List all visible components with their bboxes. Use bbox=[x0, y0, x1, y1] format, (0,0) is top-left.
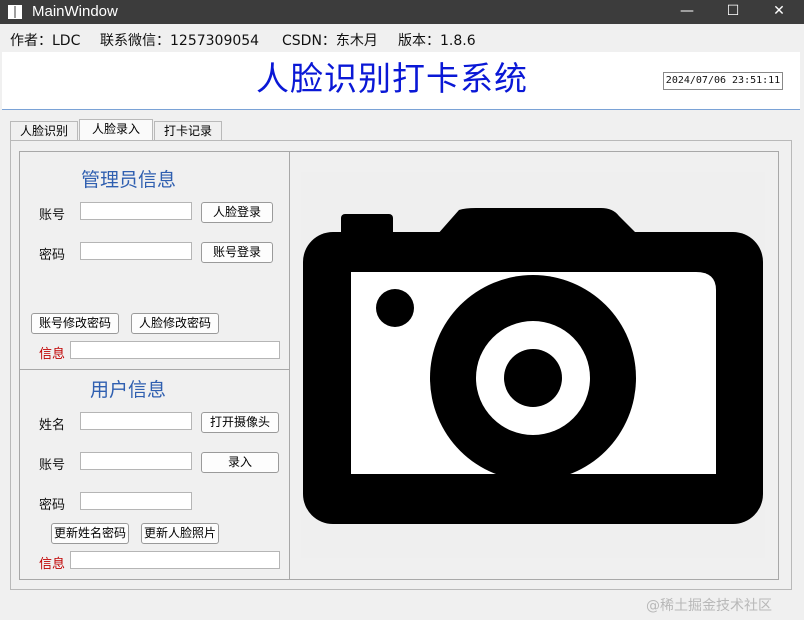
csdn-text: CSDN：东木月 bbox=[282, 33, 378, 49]
user-info-label: 信息 bbox=[39, 557, 66, 572]
watermark: @稀土掘金技术社区 bbox=[646, 598, 772, 614]
version-text: 版本：1.8.6 bbox=[398, 33, 476, 49]
account-change-password-button[interactable]: 账号修改密码 bbox=[31, 313, 119, 334]
user-password-label: 密码 bbox=[39, 498, 66, 513]
enroll-button[interactable]: 录入 bbox=[201, 452, 279, 473]
app-icon bbox=[8, 5, 22, 19]
user-info-field bbox=[70, 551, 280, 569]
wechat-text: 联系微信：1257309054 bbox=[100, 33, 260, 49]
minimize-button[interactable]: — bbox=[664, 0, 710, 24]
user-account-label: 账号 bbox=[39, 458, 66, 473]
update-name-password-button[interactable]: 更新姓名密码 bbox=[51, 523, 129, 544]
tab-face-enroll[interactable]: 人脸录入 bbox=[79, 119, 153, 141]
close-button[interactable]: ✕ bbox=[756, 0, 802, 24]
update-face-photo-button[interactable]: 更新人脸照片 bbox=[141, 523, 219, 544]
camera-icon bbox=[303, 208, 763, 524]
user-password-input[interactable] bbox=[80, 492, 192, 510]
user-name-input[interactable] bbox=[80, 412, 192, 430]
face-change-password-button[interactable]: 人脸修改密码 bbox=[131, 313, 219, 334]
user-account-input[interactable] bbox=[80, 452, 192, 470]
face-login-button[interactable]: 人脸登录 bbox=[201, 202, 273, 223]
page-title: 人脸识别打卡系统 bbox=[256, 59, 528, 98]
admin-info-label: 信息 bbox=[39, 347, 66, 362]
admin-password-input[interactable] bbox=[80, 242, 192, 260]
author-text: 作者：LDC bbox=[10, 33, 81, 49]
admin-account-label: 账号 bbox=[39, 208, 66, 223]
maximize-button[interactable]: ☐ bbox=[710, 0, 756, 24]
admin-section-title: 管理员信息 bbox=[81, 169, 177, 191]
admin-password-label: 密码 bbox=[39, 248, 66, 263]
open-camera-button[interactable]: 打开摄像头 bbox=[201, 412, 279, 433]
admin-info-field bbox=[70, 341, 280, 359]
info-bar: 作者：LDC 联系微信：1257309054 CSDN：东木月 版本：1.8.6 bbox=[0, 24, 804, 52]
window-title: MainWindow bbox=[32, 3, 118, 20]
tab-checkin-records[interactable]: 打卡记录 bbox=[154, 121, 222, 141]
user-section-title: 用户信息 bbox=[90, 379, 167, 401]
admin-account-input[interactable] bbox=[80, 202, 192, 220]
datetime-display: 2024/07/06 23:51:11 bbox=[663, 72, 783, 90]
section-divider bbox=[19, 369, 290, 370]
account-login-button[interactable]: 账号登录 bbox=[201, 242, 273, 263]
user-name-label: 姓名 bbox=[39, 418, 66, 433]
header: 人脸识别打卡系统 2024/07/06 23:51:11 bbox=[2, 52, 800, 110]
tab-face-recognition[interactable]: 人脸识别 bbox=[10, 121, 78, 141]
camera-preview bbox=[301, 172, 765, 558]
window-titlebar: MainWindow — ☐ ✕ bbox=[0, 0, 804, 24]
